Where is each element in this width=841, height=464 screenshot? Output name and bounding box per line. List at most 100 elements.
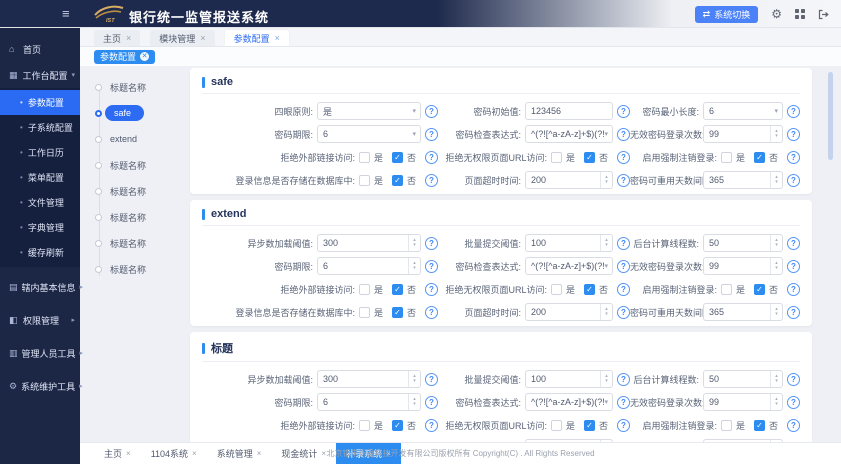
field-number-input[interactable]: 100▴▾ bbox=[525, 234, 613, 252]
help-icon[interactable]: ? bbox=[425, 105, 438, 118]
field-number-input[interactable]: 99▴▾ bbox=[703, 125, 783, 143]
sidebar-item[interactable]: ⌂首页 bbox=[0, 36, 80, 62]
help-icon[interactable]: ? bbox=[787, 373, 800, 386]
help-icon[interactable]: ? bbox=[425, 174, 438, 187]
anchor-item[interactable]: 标题名称 bbox=[95, 152, 190, 178]
help-icon[interactable]: ? bbox=[617, 105, 630, 118]
tab-close-icon[interactable]: × bbox=[275, 33, 280, 43]
footer-tab[interactable]: 主页× bbox=[94, 443, 141, 464]
field-number-input[interactable]: 200▴▾ bbox=[525, 303, 613, 321]
checkbox-yes[interactable] bbox=[359, 307, 370, 318]
tab-close-icon[interactable]: × bbox=[126, 449, 131, 458]
sidebar-item[interactable]: ▦工作台配置▾ bbox=[0, 62, 80, 88]
tab-close-icon[interactable]: × bbox=[192, 449, 197, 458]
checkbox-yes[interactable] bbox=[359, 420, 370, 431]
anchor-item[interactable]: 标题名称 bbox=[95, 74, 190, 100]
help-icon[interactable]: ? bbox=[787, 237, 800, 250]
help-icon[interactable]: ? bbox=[425, 260, 438, 273]
field-select[interactable]: 6▾ bbox=[317, 125, 421, 143]
checkbox-no[interactable]: ✓ bbox=[392, 420, 403, 431]
field-number-input[interactable]: 200▴▾ bbox=[525, 171, 613, 189]
help-icon[interactable]: ? bbox=[787, 283, 800, 296]
tab-close-icon[interactable]: × bbox=[321, 449, 326, 458]
checkbox-yes[interactable] bbox=[721, 420, 732, 431]
apps-grid-icon[interactable] bbox=[795, 9, 805, 19]
field-select[interactable]: 6▾ bbox=[703, 102, 783, 120]
checkbox-no[interactable]: ✓ bbox=[754, 284, 765, 295]
help-icon[interactable]: ? bbox=[425, 306, 438, 319]
sidebar-subitem[interactable]: •缓存刷新 bbox=[0, 240, 80, 265]
tab-close-icon[interactable]: × bbox=[257, 449, 262, 458]
sidebar-subitem[interactable]: •参数配置 bbox=[0, 90, 80, 115]
stepper-icon[interactable]: ▴▾ bbox=[770, 304, 782, 320]
field-input[interactable]: 123456 bbox=[525, 102, 613, 120]
help-icon[interactable]: ? bbox=[425, 396, 438, 409]
help-icon[interactable]: ? bbox=[425, 373, 438, 386]
stepper-icon[interactable]: ▴▾ bbox=[408, 394, 420, 410]
sidebar-subitem[interactable]: •子系统配置 bbox=[0, 115, 80, 140]
field-number-input[interactable]: 300▴▾ bbox=[317, 234, 421, 252]
checkbox-no[interactable]: ✓ bbox=[392, 175, 403, 186]
help-icon[interactable]: ? bbox=[787, 174, 800, 187]
vertical-scrollbar[interactable] bbox=[828, 72, 833, 160]
anchor-item[interactable]: safe bbox=[95, 100, 190, 126]
field-number-input[interactable]: 100▴▾ bbox=[525, 370, 613, 388]
checkbox-yes[interactable] bbox=[551, 284, 562, 295]
checkbox-yes[interactable] bbox=[721, 152, 732, 163]
stepper-icon[interactable]: ▴▾ bbox=[770, 394, 782, 410]
workspace-tab[interactable]: 参数配置× bbox=[225, 30, 289, 46]
field-select[interactable]: ^(?![^a-zA-z]+$)(?!\D+$)[0-9A-Z...▾ bbox=[525, 257, 613, 275]
sidebar-subitem[interactable]: •文件管理 bbox=[0, 190, 80, 215]
workspace-tab[interactable]: 模块管理× bbox=[150, 30, 214, 46]
tab-close-icon[interactable]: × bbox=[126, 33, 131, 43]
checkbox-yes[interactable] bbox=[551, 420, 562, 431]
field-number-input[interactable]: 6▴▾ bbox=[317, 257, 421, 275]
stepper-icon[interactable]: ▴▾ bbox=[600, 172, 612, 188]
field-number-input[interactable]: 50▴▾ bbox=[703, 370, 783, 388]
workspace-tab[interactable]: 主页× bbox=[94, 30, 140, 46]
stepper-icon[interactable]: ▴▾ bbox=[770, 371, 782, 387]
help-icon[interactable]: ? bbox=[425, 151, 438, 164]
footer-tab[interactable]: 1104系统× bbox=[141, 443, 207, 464]
field-number-input[interactable]: 6▴▾ bbox=[317, 393, 421, 411]
gear-icon[interactable]: ⚙ bbox=[771, 8, 782, 20]
help-icon[interactable]: ? bbox=[617, 283, 630, 296]
sidebar-subitem[interactable]: •工作日历 bbox=[0, 140, 80, 165]
help-icon[interactable]: ? bbox=[617, 237, 630, 250]
footer-tab[interactable]: 系统管理× bbox=[207, 443, 272, 464]
help-icon[interactable]: ? bbox=[617, 306, 630, 319]
checkbox-no[interactable]: ✓ bbox=[754, 420, 765, 431]
sidebar-collapse-icon[interactable]: ≡ bbox=[62, 6, 70, 21]
checkbox-no[interactable]: ✓ bbox=[392, 284, 403, 295]
stepper-icon[interactable]: ▴▾ bbox=[600, 371, 612, 387]
stepper-icon[interactable]: ▴▾ bbox=[770, 172, 782, 188]
sidebar-item[interactable]: ⚙系统维护工具▸ bbox=[0, 373, 80, 399]
help-icon[interactable]: ? bbox=[425, 237, 438, 250]
anchor-item[interactable]: 标题名称 bbox=[95, 178, 190, 204]
help-icon[interactable]: ? bbox=[425, 419, 438, 432]
checkbox-no[interactable]: ✓ bbox=[754, 152, 765, 163]
help-icon[interactable]: ? bbox=[787, 260, 800, 273]
stepper-icon[interactable]: ▴▾ bbox=[408, 235, 420, 251]
field-select[interactable]: ^(?![^a-zA-z]+$)(?!\D+$)[0-9A-Z...▾ bbox=[525, 125, 613, 143]
help-icon[interactable]: ? bbox=[617, 260, 630, 273]
field-number-input[interactable]: 99▴▾ bbox=[703, 393, 783, 411]
help-icon[interactable]: ? bbox=[617, 396, 630, 409]
anchor-item[interactable]: 标题名称 bbox=[95, 230, 190, 256]
help-icon[interactable]: ? bbox=[425, 128, 438, 141]
field-number-input[interactable]: 99▴▾ bbox=[703, 257, 783, 275]
tab-close-icon[interactable]: × bbox=[200, 33, 205, 43]
stepper-icon[interactable]: ▴▾ bbox=[408, 258, 420, 274]
help-icon[interactable]: ? bbox=[617, 373, 630, 386]
anchor-item[interactable]: 标题名称 bbox=[95, 256, 190, 282]
help-icon[interactable]: ? bbox=[617, 419, 630, 432]
checkbox-yes[interactable] bbox=[359, 152, 370, 163]
stepper-icon[interactable]: ▴▾ bbox=[770, 235, 782, 251]
sidebar-item[interactable]: ◧权限管理▸ bbox=[0, 307, 80, 333]
sidebar-subitem[interactable]: •字典管理 bbox=[0, 215, 80, 240]
checkbox-no[interactable]: ✓ bbox=[392, 307, 403, 318]
logout-icon[interactable] bbox=[818, 9, 829, 20]
field-number-input[interactable]: 50▴▾ bbox=[703, 234, 783, 252]
help-icon[interactable]: ? bbox=[787, 306, 800, 319]
field-number-input[interactable]: 300▴▾ bbox=[317, 370, 421, 388]
